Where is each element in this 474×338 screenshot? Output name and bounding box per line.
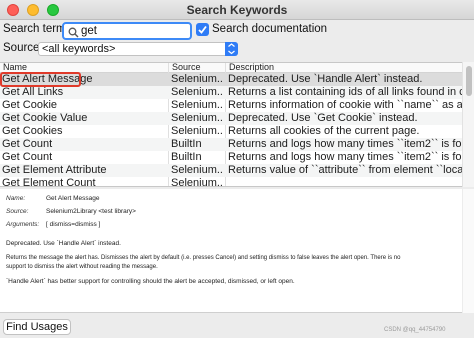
search-documentation-label: Search documentation <box>212 23 328 35</box>
search-documentation-checkbox[interactable] <box>196 23 209 36</box>
search-term-label: Search term: <box>3 23 69 35</box>
checkmark-icon <box>198 25 207 34</box>
details-scrollbar[interactable] <box>462 189 474 313</box>
row-description: Deprecated. Use `Handle Alert` instead. <box>228 73 423 85</box>
row-source: Selenium... <box>171 73 223 85</box>
source-selected-value: <all keywords> <box>42 43 116 55</box>
row-name: Get Element Attribute <box>2 164 107 176</box>
row-name: Get Cookie <box>2 99 58 111</box>
table-row[interactable]: Get Count BuiltIn Returns and logs how m… <box>0 151 462 164</box>
column-header-source[interactable]: Source <box>172 63 201 72</box>
doc-line: `Handle Alert` has better support for co… <box>6 278 295 285</box>
search-icon <box>68 25 79 43</box>
row-description: Returns and logs how many times ``item2`… <box>228 151 462 163</box>
row-source: Selenium... <box>171 99 223 111</box>
row-name: Get Element Count <box>2 177 96 187</box>
keyword-details-panel: Name: Get Alert Message Source: Selenium… <box>0 189 474 313</box>
row-description: Returns all cookies of the current page. <box>228 125 420 137</box>
table-row[interactable]: Get Count BuiltIn Returns and logs how m… <box>0 138 462 151</box>
table-row[interactable]: Get Cookie Selenium... Returns informati… <box>0 99 462 112</box>
row-source: BuiltIn <box>171 151 202 163</box>
column-header-description[interactable]: Description <box>229 63 274 72</box>
row-name: Get Cookies <box>2 125 63 137</box>
watermark: CSDN @qq_44754790 <box>384 327 446 333</box>
detail-name-label: Name: <box>6 195 26 202</box>
row-source: Selenium... <box>171 164 223 176</box>
detail-source-label: Source: <box>6 208 29 215</box>
row-source: Selenium... <box>171 86 223 98</box>
row-source: Selenium... <box>171 125 223 137</box>
annotation-highlight-box <box>0 72 81 87</box>
row-name: Get Count <box>2 151 53 163</box>
table-scrollbar[interactable] <box>462 62 474 187</box>
row-source: BuiltIn <box>171 138 202 150</box>
row-name: Get All Links <box>2 86 64 98</box>
row-description: Returns a list containing ids of all lin… <box>228 86 462 98</box>
column-header-name[interactable]: Name <box>3 63 27 72</box>
row-source: Selenium... <box>171 112 223 124</box>
table-row[interactable]: Get Element Attribute Selenium... Return… <box>0 164 462 177</box>
row-source: Selenium... <box>171 177 223 187</box>
table-row[interactable]: Get All Links Selenium... Returns a list… <box>0 86 462 99</box>
doc-line: Returns the message the alert has. Dismi… <box>6 255 401 261</box>
detail-name-value: Get Alert Message <box>46 195 100 202</box>
row-description: Returns information of cookie with ``nam… <box>228 99 462 111</box>
row-description: Returns and logs how many times ``item2`… <box>228 138 462 150</box>
detail-arguments-value: [ dismiss=dismiss ] <box>46 221 101 228</box>
scrollbar-thumb[interactable] <box>466 66 472 96</box>
search-input[interactable]: get <box>62 22 192 40</box>
find-usages-button[interactable]: Find Usages <box>3 319 71 335</box>
doc-line: Deprecated. Use `Handle Alert` instead. <box>6 240 121 247</box>
detail-source-value: Selenium2Library <test library> <box>46 208 136 215</box>
title-bar: Search Keywords <box>0 0 474 20</box>
row-description: Deprecated. Use `Get Cookie` instead. <box>228 112 418 124</box>
window-title: Search Keywords <box>186 3 288 17</box>
row-name: Get Cookie Value <box>2 112 88 124</box>
detail-arguments-label: Arguments: <box>6 221 40 228</box>
search-value: get <box>81 25 97 37</box>
doc-line: support to dismiss the alert without rea… <box>6 264 158 270</box>
source-label: Source: <box>3 42 43 54</box>
table-row[interactable]: Get Cookie Value Selenium... Deprecated.… <box>0 112 462 125</box>
table-row[interactable]: Get Cookies Selenium... Returns all cook… <box>0 125 462 138</box>
table-row[interactable]: Get Element Count Selenium... <box>0 177 462 187</box>
source-select[interactable]: <all keywords> <box>38 42 238 56</box>
chevron-down-icon <box>225 42 238 56</box>
row-description: Returns value of ``attribute`` from elem… <box>228 164 462 176</box>
row-name: Get Count <box>2 138 53 150</box>
